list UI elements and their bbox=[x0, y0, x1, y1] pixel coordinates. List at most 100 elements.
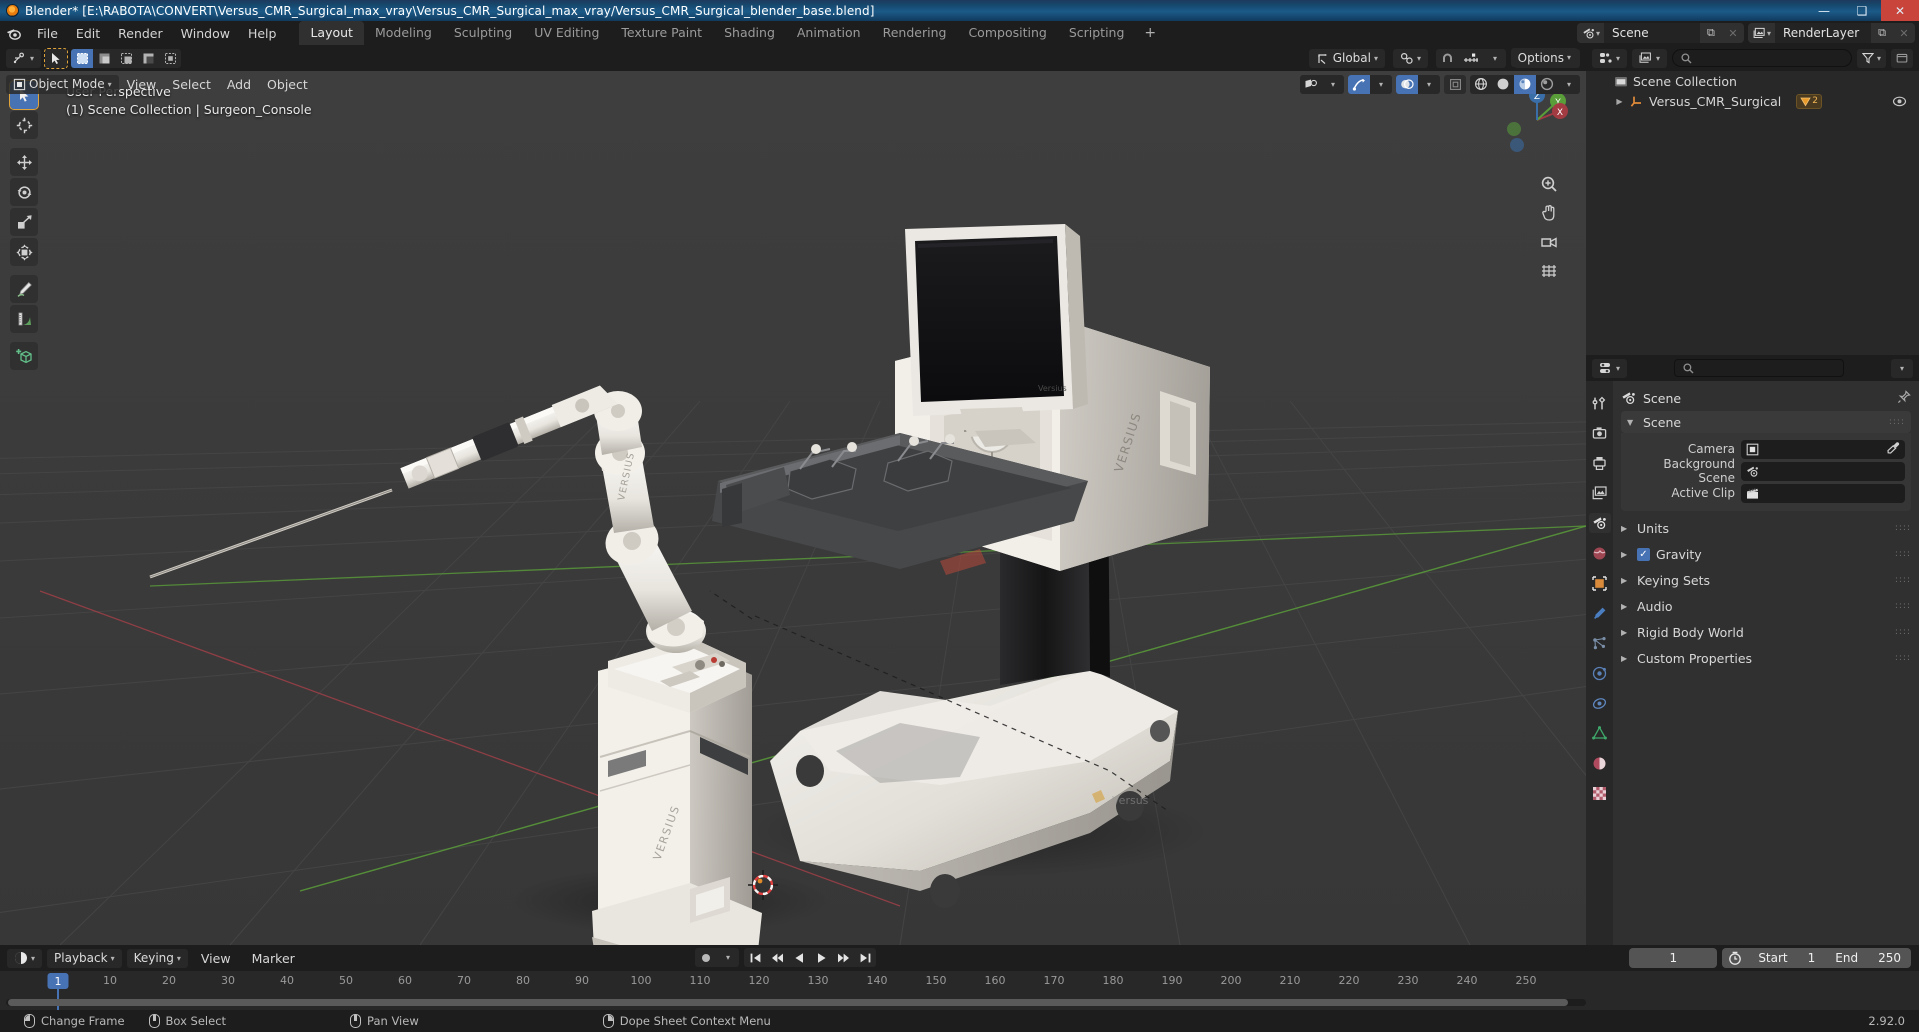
annotate-tool-button[interactable] bbox=[10, 275, 38, 303]
outliner-row-scene-collection[interactable]: Scene Collection bbox=[1586, 71, 1919, 91]
object-visibility-icon[interactable] bbox=[1300, 75, 1322, 94]
close-button[interactable]: ✕ bbox=[1881, 0, 1919, 21]
tab-modeling[interactable]: Modeling bbox=[364, 21, 443, 45]
timeline-horizontal-scrollbar[interactable] bbox=[6, 999, 1586, 1006]
tab-world[interactable] bbox=[1589, 543, 1611, 563]
menu-file[interactable]: File bbox=[28, 24, 67, 43]
tab-output[interactable] bbox=[1589, 453, 1611, 473]
minimize-button[interactable]: — bbox=[1805, 0, 1843, 21]
active-clip-field[interactable] bbox=[1741, 483, 1905, 503]
tab-texture-paint[interactable]: Texture Paint bbox=[610, 21, 713, 45]
panel-gravity[interactable]: ▶ ✓ Gravity :::: bbox=[1621, 543, 1911, 565]
chevron-down-icon[interactable]: ▾ bbox=[1558, 75, 1580, 94]
panel-custom-properties[interactable]: ▶ Custom Properties :::: bbox=[1621, 647, 1911, 669]
outliner-editor-type-button[interactable]: ▾ bbox=[1592, 48, 1628, 68]
outliner-filter-button[interactable]: ▾ bbox=[1856, 48, 1886, 68]
eyedropper-icon[interactable] bbox=[1887, 441, 1900, 457]
shading-wireframe-button[interactable] bbox=[1470, 75, 1492, 94]
tab-view-layer[interactable] bbox=[1589, 483, 1611, 503]
tab-sculpting[interactable]: Sculpting bbox=[443, 21, 523, 45]
panel-scene[interactable]: ▼ Scene :::: bbox=[1621, 411, 1911, 433]
properties-options-button[interactable]: ▾ bbox=[1890, 358, 1913, 378]
blender-logo-icon[interactable] bbox=[4, 24, 24, 42]
panel-audio[interactable]: ▶ Audio :::: bbox=[1621, 595, 1911, 617]
scene-name[interactable]: Scene bbox=[1603, 23, 1700, 43]
view-axis-gizmo[interactable]: Z Y X bbox=[1500, 83, 1574, 157]
previous-keyframe-button[interactable] bbox=[766, 948, 788, 967]
new-scene-button[interactable]: ⧉ bbox=[1699, 23, 1722, 43]
jump-to-end-button[interactable] bbox=[854, 948, 876, 967]
tab-data[interactable] bbox=[1589, 723, 1611, 743]
chevron-down-icon[interactable]: ▾ bbox=[1370, 75, 1392, 94]
show-overlays-icon[interactable] bbox=[1396, 74, 1418, 94]
ortho-persp-icon[interactable] bbox=[1536, 258, 1562, 284]
zoom-icon[interactable] bbox=[1536, 171, 1562, 197]
end-frame-value[interactable]: 250 bbox=[1868, 948, 1911, 968]
scene-selector[interactable]: ▾ Scene ⧉ ✕ bbox=[1576, 23, 1744, 43]
add-cube-tool-button[interactable] bbox=[10, 342, 38, 370]
expand-triangle-icon[interactable]: ▶ bbox=[1614, 97, 1625, 106]
viewport-menu-view[interactable]: View bbox=[119, 75, 165, 94]
select-intersect-button[interactable] bbox=[159, 49, 181, 68]
panel-rigid-body-world[interactable]: ▶ Rigid Body World :::: bbox=[1621, 621, 1911, 643]
select-subtract-button[interactable] bbox=[115, 49, 137, 68]
outliner-display-mode-button[interactable]: ▾ bbox=[1632, 48, 1668, 68]
menu-window[interactable]: Window bbox=[172, 24, 239, 43]
tab-texture[interactable] bbox=[1589, 783, 1611, 803]
tab-modifiers[interactable] bbox=[1589, 603, 1611, 623]
chevron-down-icon[interactable]: ▾ bbox=[1418, 75, 1440, 94]
select-invert-button[interactable] bbox=[137, 49, 159, 68]
menu-help[interactable]: Help bbox=[239, 24, 286, 43]
scale-tool-button[interactable] bbox=[10, 208, 38, 236]
move-tool-button[interactable] bbox=[10, 148, 38, 176]
visibility-eye-icon[interactable] bbox=[1892, 95, 1907, 108]
tab-object[interactable] bbox=[1589, 573, 1611, 593]
select-set-button[interactable] bbox=[71, 48, 94, 68]
timeline-menu-keying[interactable]: Keying ▾ bbox=[126, 948, 188, 968]
tab-shading[interactable]: Shading bbox=[713, 21, 786, 45]
add-workspace-button[interactable]: + bbox=[1135, 21, 1165, 45]
tab-material[interactable] bbox=[1589, 753, 1611, 773]
snap-increment-icon[interactable] bbox=[1458, 49, 1484, 68]
panel-units[interactable]: ▶ Units :::: bbox=[1621, 517, 1911, 539]
rotate-tool-button[interactable] bbox=[10, 178, 38, 206]
viewport-menu-select[interactable]: Select bbox=[164, 75, 219, 94]
pin-icon[interactable] bbox=[1897, 389, 1911, 407]
tab-layout[interactable]: Layout bbox=[299, 21, 364, 45]
view-layer-name[interactable]: RenderLayer bbox=[1775, 23, 1871, 43]
viewport-menu-add[interactable]: Add bbox=[219, 75, 259, 94]
snap-target-button[interactable]: ▾ bbox=[1392, 48, 1428, 68]
tab-constraints[interactable] bbox=[1589, 693, 1611, 713]
tab-uv-editing[interactable]: UV Editing bbox=[523, 21, 610, 45]
next-keyframe-button[interactable] bbox=[832, 948, 854, 967]
timeline-ruler[interactable]: 1 10 20 30 40 50 60 70 80 90 100 110 120… bbox=[0, 971, 1919, 1029]
outliner-row-object[interactable]: ▶ Versus_CMR_Surgical 2 bbox=[1586, 91, 1919, 111]
end-frame-label[interactable]: End bbox=[1825, 948, 1868, 968]
menu-edit[interactable]: Edit bbox=[67, 24, 109, 43]
select-extend-button[interactable] bbox=[93, 49, 115, 68]
use-preview-range-icon[interactable] bbox=[1722, 948, 1748, 968]
camera-field[interactable] bbox=[1741, 439, 1905, 459]
tab-tool[interactable] bbox=[1589, 393, 1611, 413]
cursor-tool-button[interactable] bbox=[10, 111, 38, 139]
tab-animation[interactable]: Animation bbox=[786, 21, 872, 45]
timeline-editor-type-button[interactable]: ▾ bbox=[7, 948, 43, 968]
viewport-canvas[interactable]: Versus VERSIUS Versius VERSIUS VERSIUS P… bbox=[0, 71, 1586, 945]
show-gizmo-icon[interactable] bbox=[1348, 74, 1370, 94]
options-button[interactable]: Options ▾ bbox=[1510, 48, 1578, 67]
timeline-menu-playback[interactable]: Playback ▾ bbox=[47, 948, 122, 968]
properties-editor-type-button[interactable]: ▾ bbox=[1592, 358, 1628, 378]
view-layer-selector[interactable]: ▾ RenderLayer ⧉ ✕ bbox=[1747, 23, 1915, 43]
record-icon[interactable] bbox=[695, 948, 717, 967]
start-frame-value[interactable]: 1 bbox=[1798, 948, 1826, 968]
shading-solid-button[interactable] bbox=[1492, 75, 1514, 94]
tab-physics[interactable] bbox=[1589, 663, 1611, 683]
chevron-down-icon[interactable]: ▾ bbox=[1322, 75, 1344, 94]
gravity-checkbox[interactable]: ✓ bbox=[1637, 547, 1650, 561]
background-scene-field[interactable] bbox=[1741, 461, 1905, 481]
chevron-down-icon[interactable]: ▾ bbox=[717, 948, 739, 967]
chevron-down-icon[interactable]: ▾ bbox=[1484, 49, 1506, 68]
panel-keying-sets[interactable]: ▶ Keying Sets :::: bbox=[1621, 569, 1911, 591]
pan-icon[interactable] bbox=[1536, 200, 1562, 226]
remove-view-layer-button[interactable]: ✕ bbox=[1893, 23, 1915, 43]
